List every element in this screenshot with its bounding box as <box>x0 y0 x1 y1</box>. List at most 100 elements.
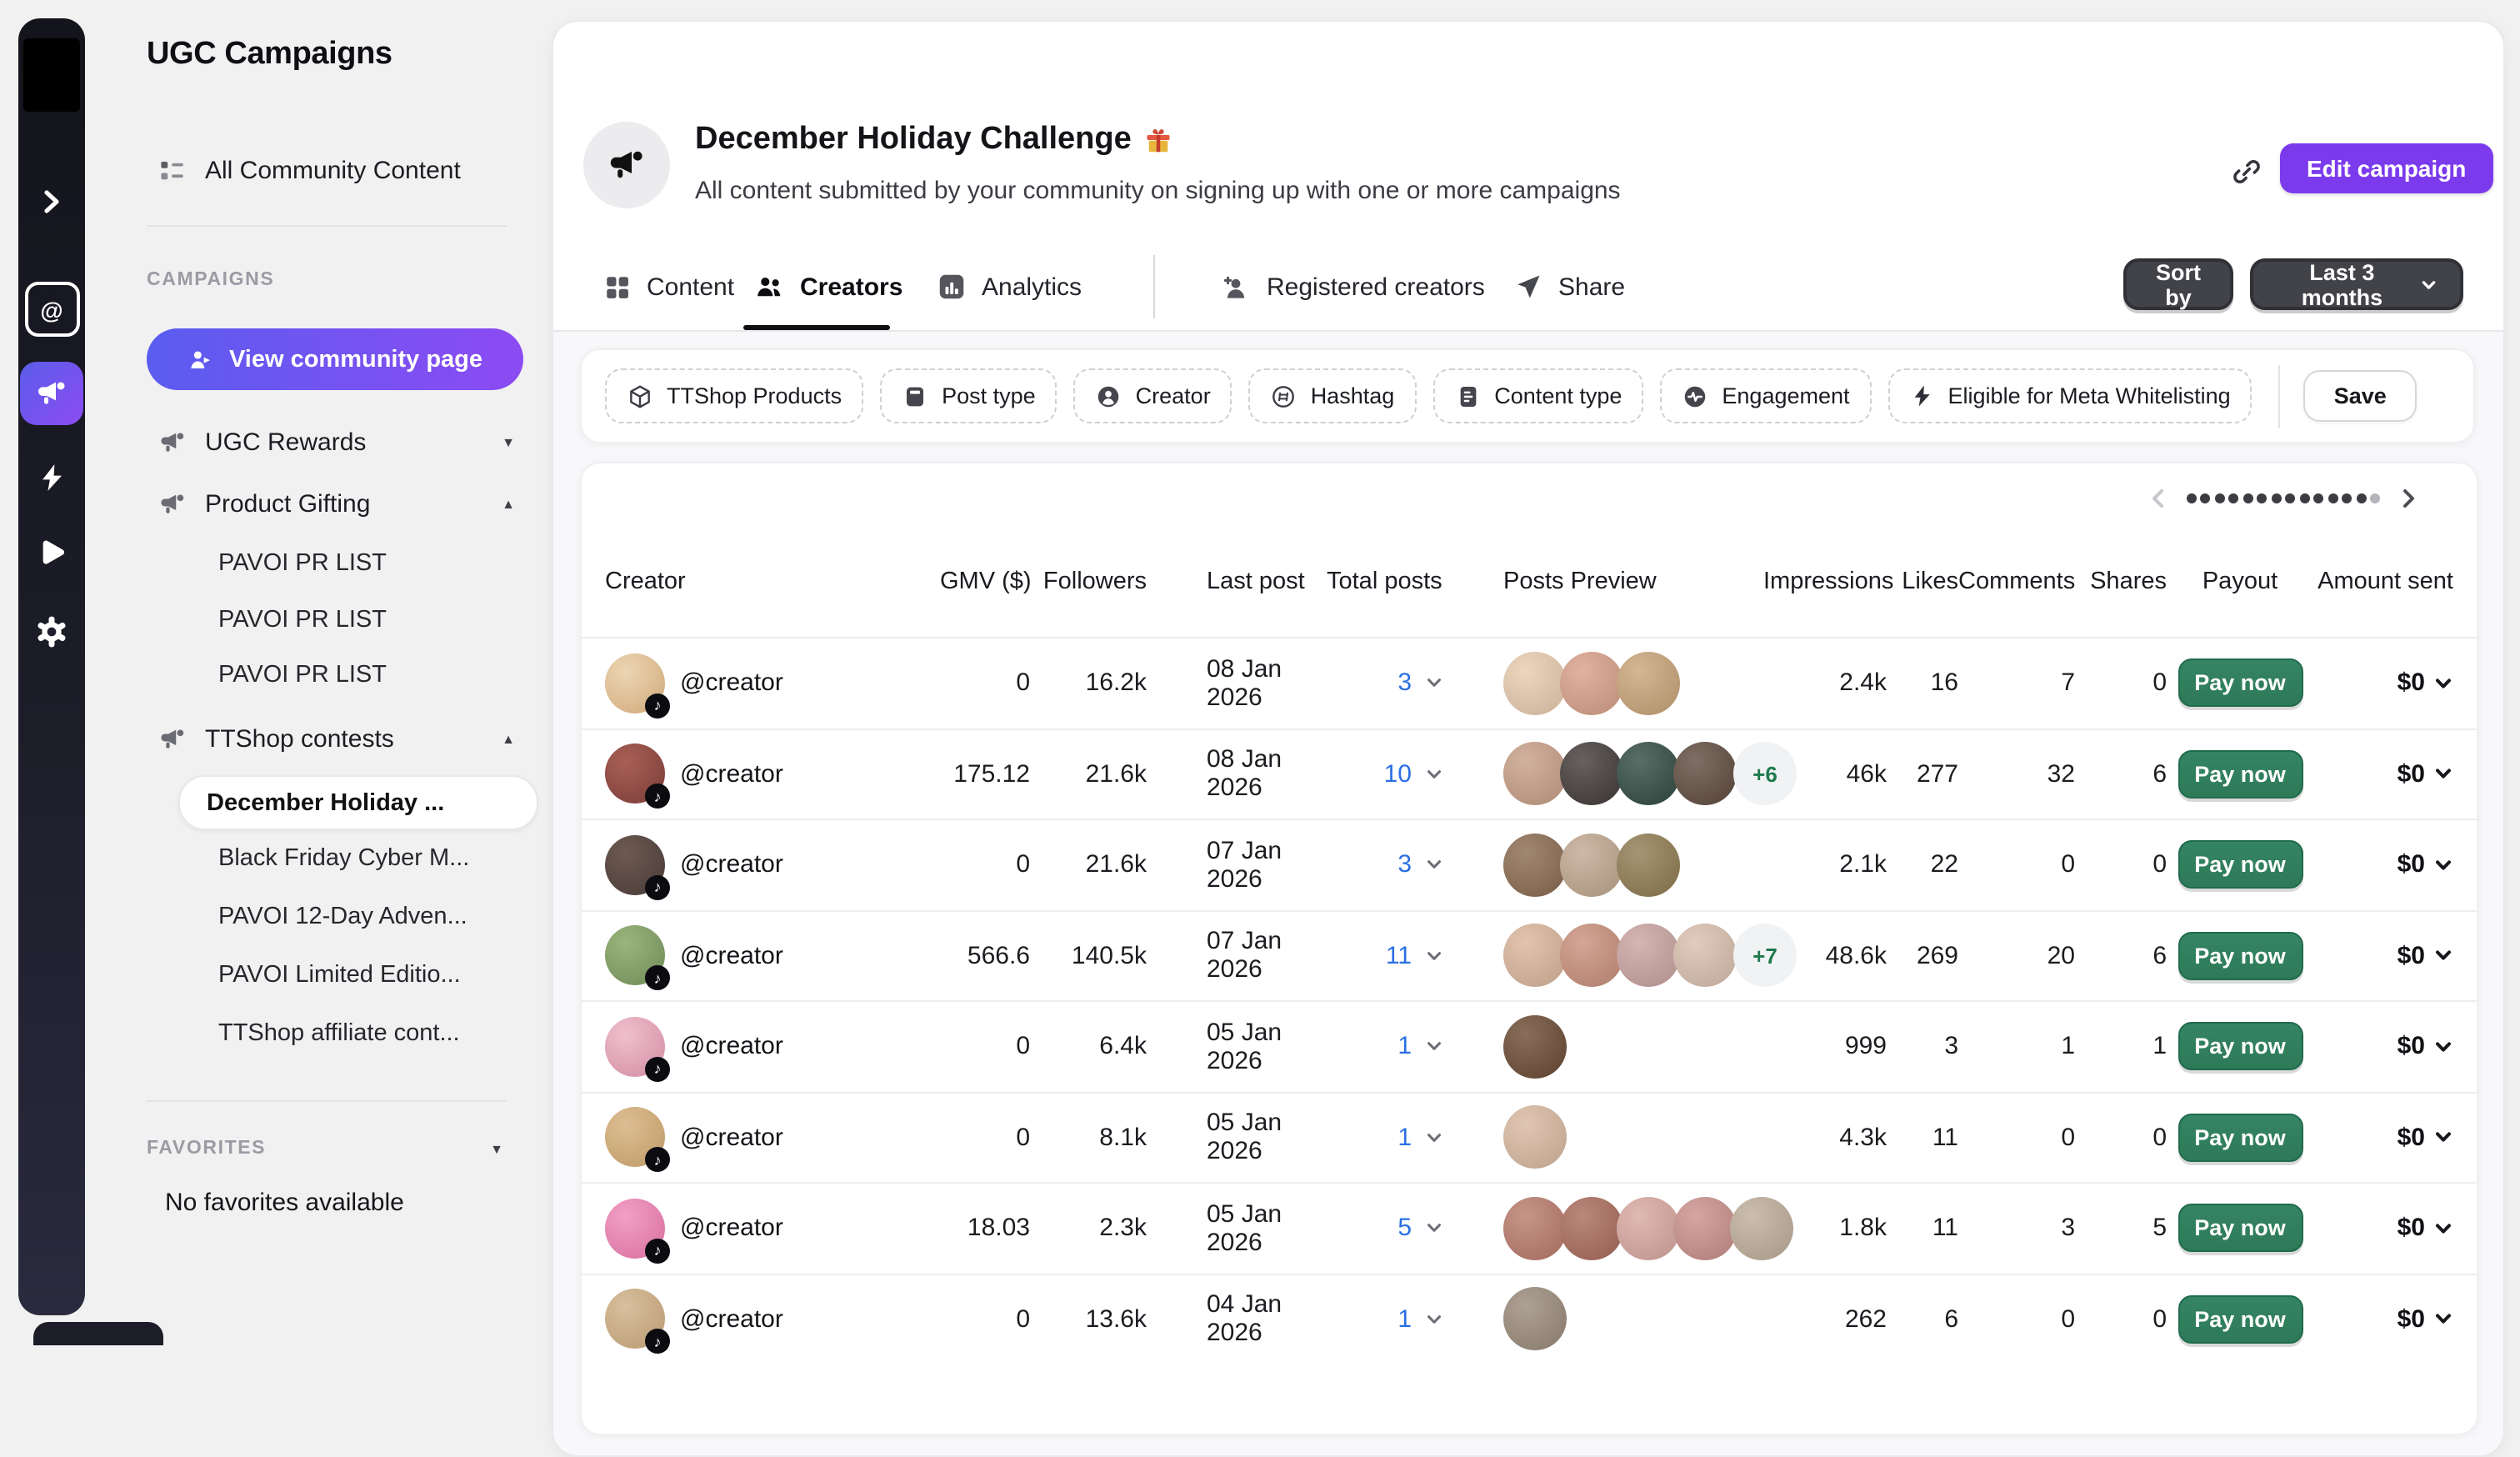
post-thumbnail[interactable] <box>1503 1106 1567 1169</box>
brand-logo[interactable] <box>18 38 85 112</box>
post-thumbnail[interactable] <box>1617 652 1680 715</box>
creator-handle[interactable]: @creator <box>680 1305 783 1334</box>
total-posts-link[interactable]: 11 <box>1386 942 1412 970</box>
post-thumbnail[interactable] <box>1503 924 1567 988</box>
nav-item-campaign-active[interactable]: December Holiday ... <box>178 775 538 830</box>
post-thumbnail[interactable] <box>1503 1015 1567 1079</box>
post-thumbnail[interactable] <box>1503 652 1567 715</box>
pay-now-button[interactable]: Pay now <box>2178 1295 2302 1344</box>
posts-preview[interactable]: +7 <box>1457 924 1763 988</box>
post-thumbnail[interactable] <box>1503 1197 1567 1260</box>
creator-handle[interactable]: @creator <box>680 942 783 970</box>
posts-preview[interactable] <box>1457 1106 1763 1169</box>
pay-now-button[interactable]: Pay now <box>2178 1114 2302 1162</box>
amount-sent-dropdown[interactable]: $0 <box>2313 1033 2453 1061</box>
nav-item-campaign[interactable]: PAVOI PR LIST <box>218 600 387 640</box>
amount-sent-dropdown[interactable]: $0 <box>2313 1305 2453 1334</box>
amount-sent-dropdown[interactable]: $0 <box>2313 851 2453 879</box>
post-thumbnail[interactable] <box>1560 1197 1623 1260</box>
chevron-down-icon[interactable] <box>1425 947 1443 965</box>
post-thumbnail[interactable] <box>1560 924 1623 988</box>
nav-item-campaign[interactable]: PAVOI Limited Editio... <box>218 955 461 995</box>
post-thumbnail[interactable] <box>1673 1197 1737 1260</box>
creator-avatar[interactable]: ♪ <box>605 1108 665 1168</box>
chevron-down-icon[interactable] <box>1425 856 1443 874</box>
view-community-page-button[interactable]: View community page <box>147 328 523 390</box>
page-dot[interactable] <box>2356 493 2366 503</box>
page-dot[interactable] <box>2257 493 2267 503</box>
chevron-down-icon[interactable] <box>1425 1219 1443 1238</box>
tab-analytics[interactable]: Analytics <box>937 262 1082 312</box>
post-thumbnail[interactable] <box>1503 1288 1567 1351</box>
creator-avatar[interactable]: ♪ <box>605 1199 665 1259</box>
posts-preview[interactable] <box>1457 834 1763 897</box>
chevron-right-icon[interactable] <box>18 185 85 218</box>
filter-creator[interactable]: Creator <box>1074 368 1232 423</box>
page-dot[interactable] <box>2285 493 2295 503</box>
posts-preview[interactable] <box>1457 652 1763 715</box>
total-posts-link[interactable]: 3 <box>1398 851 1412 879</box>
tab-share[interactable]: Share <box>1513 262 1625 312</box>
total-posts-link[interactable]: 1 <box>1398 1033 1412 1061</box>
at-mention-icon[interactable]: @ <box>18 282 85 337</box>
creator-handle[interactable]: @creator <box>680 1214 783 1243</box>
pay-now-button[interactable]: Pay now <box>2178 1204 2302 1253</box>
page-dot[interactable] <box>2200 493 2210 503</box>
nav-item-campaign[interactable]: PAVOI 12-Day Adven... <box>218 897 468 937</box>
filter-content-type[interactable]: Content type <box>1432 368 1643 423</box>
creator-avatar[interactable]: ♪ <box>605 653 665 713</box>
page-dot[interactable] <box>2370 493 2380 503</box>
posts-preview[interactable] <box>1457 1015 1763 1079</box>
post-thumbnail[interactable] <box>1673 924 1737 988</box>
date-range-dropdown[interactable]: Last 3 months <box>2250 258 2463 310</box>
pay-now-button[interactable]: Pay now <box>2178 659 2302 708</box>
creator-handle[interactable]: @creator <box>680 1033 783 1061</box>
post-thumbnail[interactable] <box>1503 743 1567 806</box>
total-posts-link[interactable]: 3 <box>1398 669 1412 698</box>
page-dot[interactable] <box>2242 493 2252 503</box>
link-icon[interactable] <box>2230 155 2263 188</box>
pay-now-button[interactable]: Pay now <box>2178 750 2302 799</box>
page-dot[interactable] <box>2186 493 2196 503</box>
creator-handle[interactable]: @creator <box>680 1124 783 1152</box>
creator-handle[interactable]: @creator <box>680 760 783 789</box>
chevron-down-icon[interactable] <box>1425 765 1443 784</box>
favorites-section[interactable]: FAVORITES ▼ <box>147 1129 523 1169</box>
chevron-right-icon[interactable] <box>2397 487 2420 510</box>
filter-ttshop-products[interactable]: TTShop Products <box>605 368 863 423</box>
page-dot[interactable] <box>2313 493 2323 503</box>
lightning-icon[interactable] <box>18 462 85 493</box>
post-thumbnail[interactable] <box>1560 834 1623 897</box>
filter-hashtag[interactable]: Hashtag <box>1249 368 1417 423</box>
chevron-down-icon[interactable] <box>1425 1038 1443 1056</box>
pay-now-button[interactable]: Pay now <box>2178 841 2302 889</box>
tab-creators[interactable]: Creators <box>753 262 902 312</box>
post-thumbnail[interactable] <box>1560 743 1623 806</box>
page-dot[interactable] <box>2342 493 2352 503</box>
chevron-down-icon[interactable] <box>1425 1129 1443 1147</box>
posts-preview[interactable] <box>1457 1197 1763 1260</box>
creator-handle[interactable]: @creator <box>680 851 783 879</box>
nav-item-campaign[interactable]: TTShop affiliate cont... <box>218 1014 460 1054</box>
amount-sent-dropdown[interactable]: $0 <box>2313 1214 2453 1243</box>
post-thumbnail[interactable] <box>1617 743 1680 806</box>
filter-post-type[interactable]: Post type <box>880 368 1058 423</box>
filter-meta-whitelisting[interactable]: Eligible for Meta Whitelisting <box>1888 368 2252 423</box>
pay-now-button[interactable]: Pay now <box>2178 932 2302 980</box>
chevron-down-icon[interactable] <box>1425 1310 1443 1329</box>
creator-handle[interactable]: @creator <box>680 669 783 698</box>
nav-group-ttshop-contests[interactable]: TTShop contests ▲ <box>158 718 535 759</box>
post-thumbnail[interactable] <box>1617 1197 1680 1260</box>
nav-group-product-gifting[interactable]: Product Gifting ▲ <box>158 483 535 523</box>
nav-item-campaign[interactable]: PAVOI PR LIST <box>218 543 387 583</box>
gear-icon[interactable] <box>18 615 85 648</box>
creator-avatar[interactable]: ♪ <box>605 1017 665 1077</box>
post-thumbnail[interactable] <box>1560 652 1623 715</box>
nav-group-ugc-rewards[interactable]: UGC Rewards ▼ <box>158 422 535 462</box>
total-posts-link[interactable]: 5 <box>1398 1214 1412 1243</box>
post-thumbnail[interactable] <box>1617 924 1680 988</box>
amount-sent-dropdown[interactable]: $0 <box>2313 669 2453 698</box>
tab-content[interactable]: Content <box>603 262 734 312</box>
posts-preview[interactable]: +6 <box>1457 743 1763 806</box>
page-dot[interactable] <box>2299 493 2309 503</box>
